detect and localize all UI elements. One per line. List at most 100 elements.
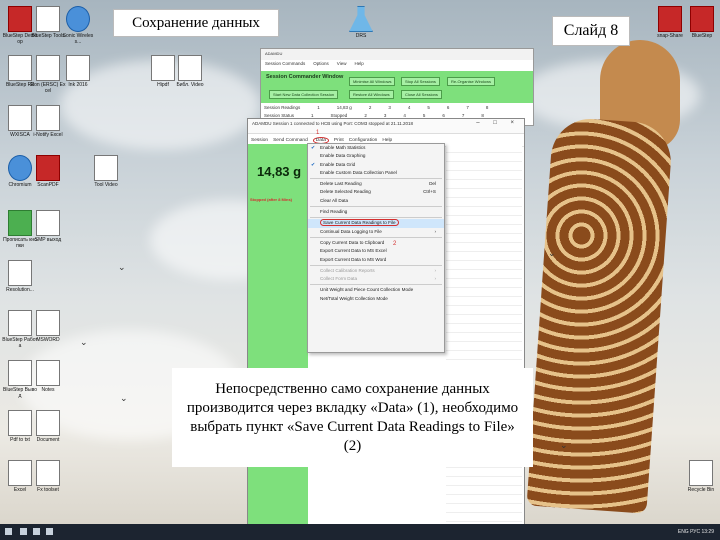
slide-number: Слайд 8 [552, 16, 630, 46]
menu-item-label: Delete Selected Reading [320, 189, 371, 195]
save-readings-menu-item[interactable]: Save Current Data Readings to File [308, 219, 444, 228]
file-icon [690, 6, 714, 32]
menu-configuration[interactable]: Configuration [349, 138, 378, 143]
data-menu-dropdown: ✔ Enable Math Statistics Enable Data Graph… [307, 143, 445, 353]
taskbar-app-icon[interactable] [33, 528, 40, 535]
slide-caption: Непосредственно само сохранение данных п… [172, 368, 533, 467]
row-cell: 6 [442, 112, 445, 118]
file-icon [8, 105, 32, 131]
row-cell: 8 [481, 112, 484, 118]
menu-item-label: Delete Last Reading [320, 181, 362, 187]
session-row: Session Readings 1 14,83 g 2 3 4 5 6 7 8 [261, 103, 533, 111]
stop-all-button[interactable]: Stop All Sessions [401, 77, 440, 86]
menu-item[interactable]: Options [313, 61, 329, 70]
desktop-icon[interactable]: Fx toolset [30, 460, 66, 493]
menu-item[interactable]: Help [354, 61, 363, 70]
file-icon [8, 310, 32, 336]
row-cell: 5 [422, 112, 426, 118]
desktop-icon[interactable]: ScanPDF [30, 155, 66, 188]
file-icon [8, 6, 32, 32]
bird-icon: ⌄ [120, 393, 128, 403]
window-controls[interactable]: – □ × [476, 120, 520, 126]
desktop-icon[interactable]: DRS [343, 6, 379, 39]
menu-item[interactable]: Session Commands [265, 61, 305, 70]
data-menu-item[interactable]: Continual Data Logging to File › [308, 228, 444, 236]
data-menu-item[interactable]: Enable Data Graphing [308, 152, 444, 160]
session-rows: Session Readings 1 14,83 g 2 3 4 5 6 7 8 Session S… [261, 103, 533, 119]
data-menu-item[interactable]: Unit Weight and Piece Count Collection M… [308, 286, 444, 294]
reorganise-button[interactable]: Re-Organise Windows [447, 77, 496, 86]
data-menu-item[interactable]: ✔ Enable Math Statistics [308, 144, 444, 152]
taskbar: ENG РУС 13:29 [0, 524, 720, 540]
taskbar-app-icon[interactable] [46, 528, 53, 535]
menu-separator [310, 206, 442, 208]
desktop-icon-label: SMP выход [34, 237, 62, 243]
data-menu-item[interactable]: ✔ Enable Data Grid [308, 161, 444, 169]
data-menu-item[interactable]: Export Current Data to MS Excel [308, 247, 444, 255]
minimise-all-button[interactable]: Minimise All Windows [349, 77, 396, 86]
data-menu-item[interactable]: Delete Last Reading Del [308, 180, 444, 188]
desktop-icon[interactable]: Библ. Video [172, 55, 208, 88]
data-menu-item[interactable]: Enable Custom Data Collection Panel [308, 169, 444, 177]
data-menu-item[interactable]: Find Reading [308, 208, 444, 216]
row-cell: 7 [461, 112, 465, 118]
data-menu-item[interactable]: Delete Selected Reading Ctrl+S [308, 188, 444, 196]
session-commander-window[interactable]: ADAMDU Session Commands Options View Hel… [260, 48, 534, 126]
desktop-icon-label: Ink 2016 [68, 82, 88, 88]
row-cell: 1 [311, 112, 314, 118]
desktop-icon[interactable]: Resolution... [2, 260, 38, 293]
desktop-icon[interactable]: Notes [30, 360, 66, 393]
file-icon [66, 55, 90, 81]
menu-help[interactable]: Help [382, 138, 392, 143]
desktop-icon[interactable]: MSWORD [30, 310, 66, 343]
desktop-icon[interactable]: Sonic Wireless... [60, 6, 96, 45]
desktop-icon-label: Recycle Bin [687, 487, 715, 493]
menu-item-label: Enable Math Statistics [320, 145, 366, 150]
start-session-button[interactable]: Start New Data Collection Session [269, 90, 339, 99]
desktop-icon[interactable]: Tool Video [88, 155, 124, 188]
taskbar-app-icon[interactable] [20, 528, 27, 535]
file-icon [8, 210, 32, 236]
desktop-icon[interactable]: SMP выход [30, 210, 66, 243]
file-icon [36, 460, 60, 486]
file-icon [8, 155, 32, 181]
data-menu-item[interactable]: Copy Current Data to Clipboard [308, 239, 444, 247]
desktop-icon[interactable]: Document [30, 410, 66, 443]
window-title-text: ADAMDU Session 1 connected to HCB using … [252, 121, 414, 126]
row-cell: 3 [388, 104, 391, 110]
menu-item-shortcut: › [434, 276, 436, 282]
start-icon[interactable] [5, 528, 12, 535]
menu-send-command[interactable]: Send Command [273, 138, 308, 143]
slide-title: Сохранение данных [113, 9, 279, 37]
desktop-icon-label: i-Notify Excel [33, 132, 63, 138]
desktop-icon[interactable]: Ink 2016 [60, 55, 96, 88]
data-menu-item[interactable]: Collect Calibration Reports › [308, 267, 444, 275]
menu-item[interactable]: View [337, 61, 347, 70]
data-menu-item[interactable]: Collect Form Data › [308, 275, 444, 283]
file-icon [36, 210, 60, 236]
close-all-button[interactable]: Close All Sessions [401, 90, 442, 99]
restore-all-button[interactable]: Restore All Windows [349, 90, 394, 99]
menu-print[interactable]: Print [334, 138, 344, 143]
file-icon [36, 410, 60, 436]
desktop-icon[interactable]: BlueStep [684, 6, 720, 39]
menu-item-label: Clear All Data [320, 197, 349, 203]
desktop-icon[interactable]: i-Notify Excel [30, 105, 66, 138]
bird-icon: ⌄ [118, 262, 126, 272]
menu-session[interactable]: Session [251, 138, 268, 143]
menu-item-label: Enable Data Grid [320, 161, 356, 167]
system-tray: ENG РУС 13:29 [677, 529, 714, 535]
row-cell: 4 [407, 104, 411, 110]
desktop-icon[interactable]: Recycle Bin [683, 460, 719, 493]
desktop-icon[interactable]: snap-Share [652, 6, 688, 39]
desktop-icon-label: DRS [355, 33, 367, 39]
reading-panel: 14,83 g Stopped (after 8 Mins) [248, 144, 308, 524]
desktop-icon-label: ScanPDF [37, 182, 59, 188]
data-menu-item[interactable]: Export Current Data to MS Word [308, 256, 444, 264]
row-cell: 6 [446, 104, 450, 110]
data-menu-item[interactable]: Net/Total Weight Collection Mode [308, 295, 444, 303]
menu-separator [310, 178, 442, 180]
desktop-icon-label: Библ. Video [176, 82, 204, 88]
menu-separator [310, 217, 442, 219]
data-menu-item[interactable]: Clear All Data [308, 197, 444, 205]
